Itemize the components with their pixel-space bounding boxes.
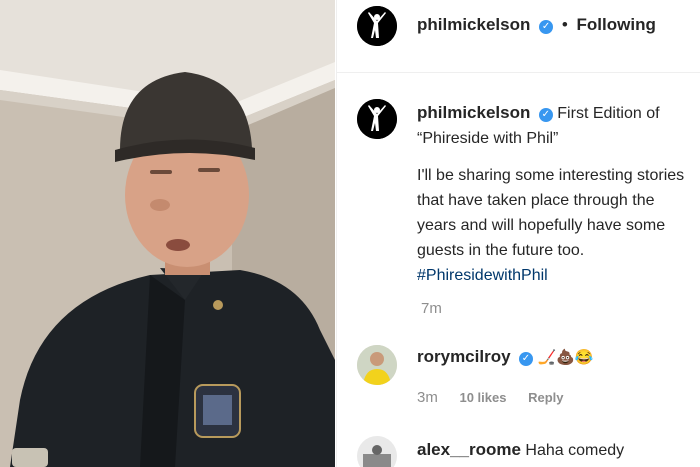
avatar-photo bbox=[357, 436, 397, 467]
comment-text-row: rorymcilroy ✓ 🏒💩😂 bbox=[417, 347, 593, 367]
caption-line: that have taken place through the bbox=[417, 192, 655, 209]
verified-badge-icon: ✓ bbox=[519, 352, 533, 366]
post-photo bbox=[0, 0, 335, 467]
comment-username[interactable]: rorymcilroy bbox=[417, 347, 511, 366]
caption-author-avatar[interactable] bbox=[357, 99, 397, 139]
comment-age: 3m bbox=[417, 389, 438, 406]
author-avatar[interactable] bbox=[357, 6, 397, 46]
caption-line: years and will hopefully have some bbox=[417, 217, 666, 234]
post-header: philmickelson ✓ • Following bbox=[337, 0, 700, 73]
header-row: philmickelson ✓ • Following bbox=[417, 15, 656, 35]
commenter-avatar[interactable] bbox=[357, 345, 397, 385]
golfer-logo-icon bbox=[357, 99, 397, 139]
caption-line: I'll be sharing some interesting stories bbox=[417, 167, 685, 184]
comment-likes-link[interactable]: 10 likes bbox=[459, 390, 506, 405]
caption-line: guests in the future too. bbox=[417, 242, 585, 259]
verified-badge-icon: ✓ bbox=[538, 108, 553, 122]
reply-button[interactable]: Reply bbox=[528, 390, 563, 405]
post-sidebar: philmickelson ✓ • Following philmickelso… bbox=[336, 0, 700, 467]
verified-badge-icon: ✓ bbox=[539, 20, 554, 34]
comment-emoji-text: 🏒💩😂 bbox=[537, 349, 594, 366]
comment-text-row: alex__roome Haha comedy bbox=[417, 440, 624, 460]
separator-dot: • bbox=[561, 15, 568, 34]
comment-text: Haha comedy bbox=[525, 442, 625, 459]
commenter-avatar[interactable] bbox=[357, 436, 397, 467]
caption-username[interactable]: philmickelson bbox=[417, 103, 530, 122]
post-media[interactable] bbox=[0, 0, 335, 467]
caption-timestamp: 7m bbox=[421, 300, 442, 317]
avatar-photo bbox=[357, 345, 397, 385]
comment-meta: 3m 10 likes Reply bbox=[417, 389, 582, 406]
comment-username[interactable]: alex__roome bbox=[417, 440, 521, 459]
hashtag-link[interactable]: #PhiresidewithPhil bbox=[417, 263, 700, 288]
author-username[interactable]: philmickelson bbox=[417, 15, 530, 34]
caption-line: “Phireside with Phil” bbox=[417, 130, 559, 147]
golfer-logo-icon bbox=[357, 6, 397, 46]
post-caption: philmickelson ✓ First Edition of “Phires… bbox=[417, 100, 700, 288]
following-button[interactable]: Following bbox=[577, 15, 656, 34]
caption-first-line: First Edition of bbox=[557, 105, 660, 122]
